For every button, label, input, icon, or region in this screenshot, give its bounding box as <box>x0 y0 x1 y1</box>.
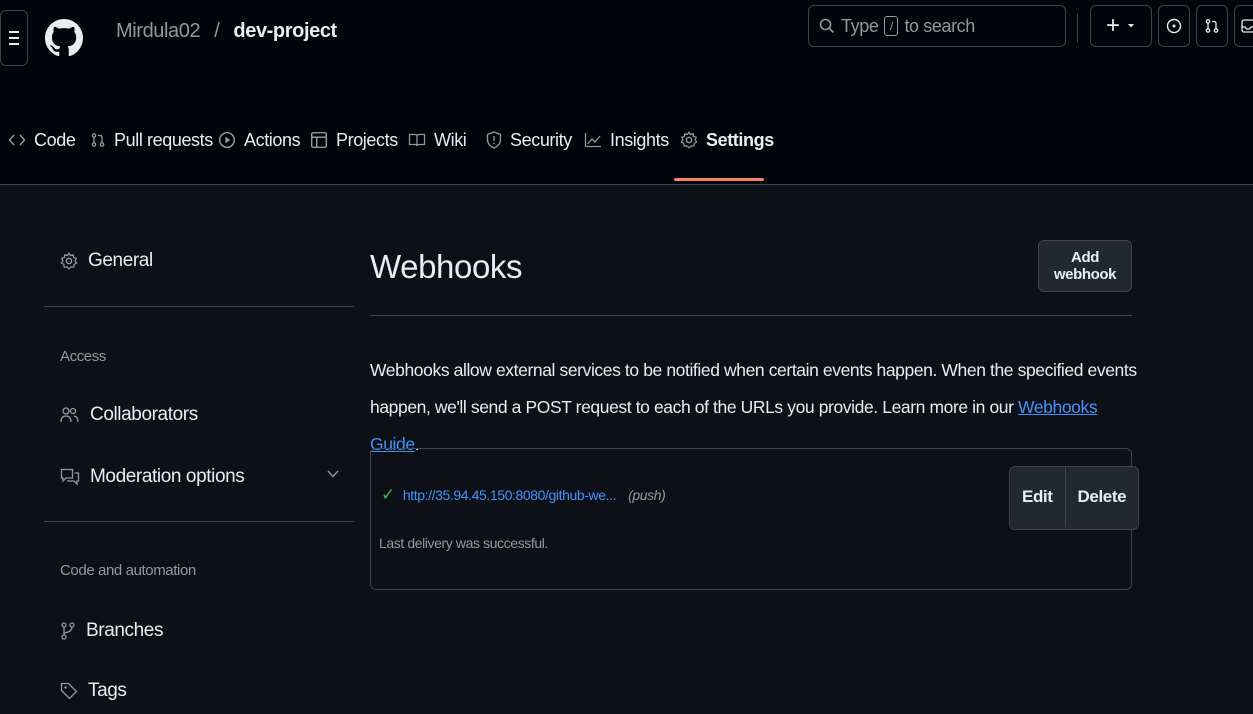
tab-label: Pull requests <box>114 129 213 150</box>
webhook-item: ✓ http://35.94.45.150:8080/github-we... … <box>381 485 666 505</box>
webhook-delivery-status: Last delivery was successful. <box>379 535 548 551</box>
tab-code[interactable]: Code <box>8 96 76 184</box>
tab-projects[interactable]: Projects <box>310 96 398 184</box>
tab-label: Projects <box>336 129 398 150</box>
tab-settings[interactable]: Settings <box>680 96 774 184</box>
active-tab-underline <box>674 178 764 181</box>
gear-icon <box>680 131 698 149</box>
github-logo[interactable] <box>34 6 94 70</box>
play-icon <box>218 131 236 149</box>
title-divider <box>370 315 1132 316</box>
tab-wiki[interactable]: Wiki <box>408 96 467 184</box>
git-branch-icon <box>60 621 76 641</box>
page-title: Webhooks <box>370 248 523 285</box>
breadcrumb-separator: / <box>214 20 220 42</box>
webhook-event: (push) <box>628 487 666 503</box>
inbox-icon <box>1241 19 1253 33</box>
tab-label: Code <box>34 129 76 150</box>
tab-insights[interactable]: Insights <box>584 96 669 184</box>
sidebar-item-label: General <box>88 250 153 271</box>
inbox-button[interactable] <box>1234 5 1253 47</box>
tab-pull-requests[interactable]: Pull requests <box>90 96 213 184</box>
header-divider <box>1077 14 1078 42</box>
delete-button[interactable]: Delete <box>1064 467 1139 527</box>
issue-icon <box>1166 18 1182 34</box>
sidebar-item-moderation[interactable]: Moderation options <box>60 466 245 488</box>
search-suffix: to search <box>904 15 975 36</box>
people-icon <box>60 406 80 424</box>
sidebar-item-label: Collaborators <box>90 404 198 425</box>
sidebar-heading-code-automation: Code and automation <box>60 562 196 579</box>
book-icon <box>408 132 426 148</box>
tab-label: Wiki <box>434 129 467 150</box>
add-webhook-button[interactable]: Add webhook <box>1038 240 1132 292</box>
search-icon <box>819 18 835 34</box>
hamburger-icon <box>9 31 19 45</box>
gear-icon <box>60 252 78 270</box>
create-new-button[interactable]: + <box>1090 5 1152 47</box>
owner-link[interactable]: Mirdula02 <box>116 20 201 43</box>
edit-button[interactable]: Edit <box>1010 467 1065 527</box>
tab-actions[interactable]: Actions <box>218 96 301 184</box>
tab-label: Security <box>510 129 572 150</box>
tag-icon <box>60 682 78 700</box>
tab-label: Actions <box>244 129 301 150</box>
sidebar-item-general[interactable]: General <box>60 250 153 272</box>
repo-link[interactable]: dev-project <box>233 20 337 43</box>
tab-security[interactable]: Security <box>486 96 572 184</box>
pull-request-icon <box>1205 19 1219 33</box>
menu-button[interactable] <box>0 10 28 66</box>
plus-icon: + <box>1105 12 1120 39</box>
chevron-down-icon[interactable] <box>326 468 340 480</box>
pull-requests-button[interactable] <box>1196 5 1228 47</box>
tab-label: Insights <box>610 129 669 150</box>
webhook-list: ✓ http://35.94.45.150:8080/github-we... … <box>370 448 1140 590</box>
check-icon: ✓ <box>381 485 395 504</box>
graph-icon <box>584 132 602 148</box>
search-shortcut-key: / <box>884 16 899 36</box>
webhook-actions: Edit Delete <box>1009 466 1140 530</box>
github-logo-icon <box>45 19 83 57</box>
repo-navigation: Code Pull requests Actions Projects Wiki… <box>0 96 1253 185</box>
sidebar-item-label: Tags <box>88 680 127 701</box>
top-bar: Mirdula02 / dev-project Type / to search… <box>0 0 1253 96</box>
sidebar-item-tags[interactable]: Tags <box>60 680 127 702</box>
webhooks-description: Webhooks allow external services to be n… <box>370 352 1140 463</box>
chevron-down-icon <box>1128 24 1134 28</box>
sidebar-item-collaborators[interactable]: Collaborators <box>60 404 198 426</box>
webhook-url-link[interactable]: http://35.94.45.150:8080/github-we... <box>403 487 617 503</box>
comment-discussion-icon <box>60 468 80 486</box>
breadcrumb: Mirdula02 / dev-project <box>116 20 337 43</box>
sidebar-item-branches[interactable]: Branches <box>60 620 163 642</box>
sidebar-item-label: Moderation options <box>90 466 245 487</box>
sidebar-divider <box>44 521 354 522</box>
table-icon <box>310 131 328 149</box>
search-prefix: Type <box>841 15 879 36</box>
issues-button[interactable] <box>1158 5 1190 47</box>
sidebar-heading-access: Access <box>60 348 106 365</box>
code-icon <box>8 132 26 148</box>
sidebar-item-label: Branches <box>86 620 164 641</box>
search-input[interactable]: Type / to search <box>808 5 1066 47</box>
sidebar-divider <box>44 306 354 307</box>
tab-label: Settings <box>706 129 774 150</box>
pull-request-icon <box>90 131 106 149</box>
shield-icon <box>486 131 502 149</box>
